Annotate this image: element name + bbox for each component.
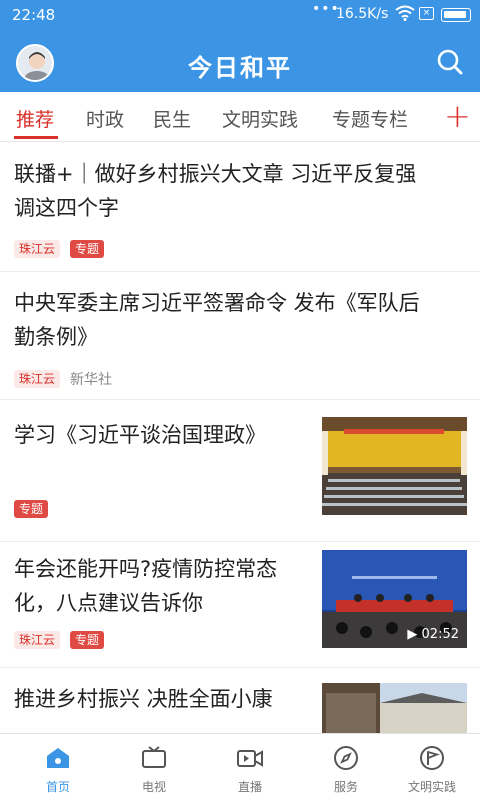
status-network-speed: 16.5K/s bbox=[336, 6, 389, 22]
live-video-icon bbox=[237, 750, 263, 767]
news-title-line: 勤条例》 bbox=[14, 325, 98, 349]
search-icon[interactable] bbox=[436, 48, 464, 76]
top-bar: 22:48 ••• 16.5K/s × 今日和平 bbox=[0, 0, 480, 92]
news-item[interactable]: 学习《习近平谈治国理政》 专题 bbox=[0, 400, 480, 542]
video-duration-text: 02:52 bbox=[421, 627, 459, 642]
battery-icon bbox=[441, 8, 471, 22]
special-tag: 专题 bbox=[70, 240, 105, 258]
compass-icon bbox=[334, 746, 358, 770]
special-tag: 专题 bbox=[14, 500, 49, 518]
news-meta: 珠江云 专题 bbox=[14, 240, 105, 258]
news-title-line: 年会还能开吗?疫情防控常态 bbox=[14, 557, 278, 581]
nav-civilization-practice[interactable]: 文明实践 bbox=[384, 734, 480, 800]
news-title: 中央军委主席习近平签署命令 发布《军队后 勤条例》 bbox=[14, 286, 420, 354]
category-tabs: 推荐 时政 民生 文明实践 专题专栏 + bbox=[0, 92, 480, 142]
tab-politics[interactable]: 时政 bbox=[86, 105, 124, 132]
news-item[interactable]: 年会还能开吗?疫情防控常态 化，八点建议告诉你 珠江云 专题 ▶ 02:52 bbox=[0, 542, 480, 668]
village-image bbox=[322, 683, 467, 738]
nav-tv[interactable]: 电视 bbox=[106, 734, 202, 800]
tab-recommend[interactable]: 推荐 bbox=[16, 105, 54, 132]
tab-special-columns[interactable]: 专题专栏 bbox=[332, 105, 408, 132]
news-title: 联播+｜做好乡村振兴大文章 习近平反复强 调这四个字 bbox=[14, 157, 416, 225]
sim-icon: × bbox=[419, 7, 434, 20]
news-title: 推进乡村振兴 决胜全面小康 bbox=[14, 687, 273, 711]
home-icon bbox=[47, 748, 69, 768]
source-tag: 珠江云 bbox=[14, 240, 61, 258]
tv-icon bbox=[142, 746, 166, 768]
add-tab-button[interactable]: + bbox=[444, 97, 471, 135]
play-icon: ▶ bbox=[407, 627, 418, 642]
news-title: 学习《习近平谈治国理政》 bbox=[14, 423, 266, 447]
news-meta: 珠江云 专题 bbox=[14, 631, 105, 649]
source-name: 新华社 bbox=[70, 372, 113, 388]
nav-label: 首页 bbox=[45, 780, 70, 794]
status-bar: 22:48 ••• 16.5K/s × bbox=[0, 0, 480, 30]
nav-label: 电视 bbox=[141, 780, 166, 794]
news-item[interactable]: 推进乡村振兴 决胜全面小康 bbox=[0, 668, 480, 738]
bottom-navigation: 首页 电视 直播 服务 文明实践 bbox=[0, 733, 480, 800]
news-thumbnail bbox=[322, 683, 467, 738]
active-tab-indicator bbox=[14, 136, 58, 139]
news-title-line: 联播+｜做好乡村振兴大文章 习近平反复强 bbox=[14, 162, 417, 186]
nav-service[interactable]: 服务 bbox=[298, 734, 394, 800]
app-header: 今日和平 bbox=[0, 30, 480, 92]
wifi-icon bbox=[395, 5, 415, 21]
news-meta: 珠江云 新华社 bbox=[14, 369, 112, 389]
video-duration: ▶ 02:52 bbox=[407, 627, 459, 642]
page-title: 今日和平 bbox=[188, 54, 292, 82]
video-thumbnail[interactable]: ▶ 02:52 bbox=[322, 550, 467, 648]
source-tag: 珠江云 bbox=[14, 631, 61, 649]
tab-civilization-practice[interactable]: 文明实践 bbox=[222, 105, 298, 132]
nav-live[interactable]: 直播 bbox=[202, 734, 298, 800]
news-title-line: 调这四个字 bbox=[14, 196, 119, 220]
status-time: 22:48 bbox=[12, 6, 56, 24]
news-item[interactable]: 中央军委主席习近平签署命令 发布《军队后 勤条例》 珠江云 新华社 bbox=[0, 272, 480, 400]
nav-label: 服务 bbox=[333, 780, 358, 794]
conference-hall-image bbox=[322, 417, 467, 515]
source-tag: 珠江云 bbox=[14, 370, 61, 388]
news-title: 年会还能开吗?疫情防控常态 化，八点建议告诉你 bbox=[14, 552, 277, 620]
news-meta: 专题 bbox=[14, 500, 49, 518]
tab-livelihood[interactable]: 民生 bbox=[153, 105, 191, 132]
news-title-line: 化，八点建议告诉你 bbox=[14, 591, 203, 615]
nav-label: 文明实践 bbox=[407, 780, 456, 794]
nav-label: 直播 bbox=[237, 780, 262, 794]
news-thumbnail bbox=[322, 417, 467, 515]
special-tag: 专题 bbox=[70, 631, 105, 649]
news-item[interactable]: 联播+｜做好乡村振兴大文章 习近平反复强 调这四个字 珠江云 专题 bbox=[0, 143, 480, 272]
news-title-line: 中央军委主席习近平签署命令 发布《军队后 bbox=[14, 291, 420, 315]
flag-icon bbox=[420, 746, 444, 770]
nav-home[interactable]: 首页 bbox=[10, 734, 106, 800]
